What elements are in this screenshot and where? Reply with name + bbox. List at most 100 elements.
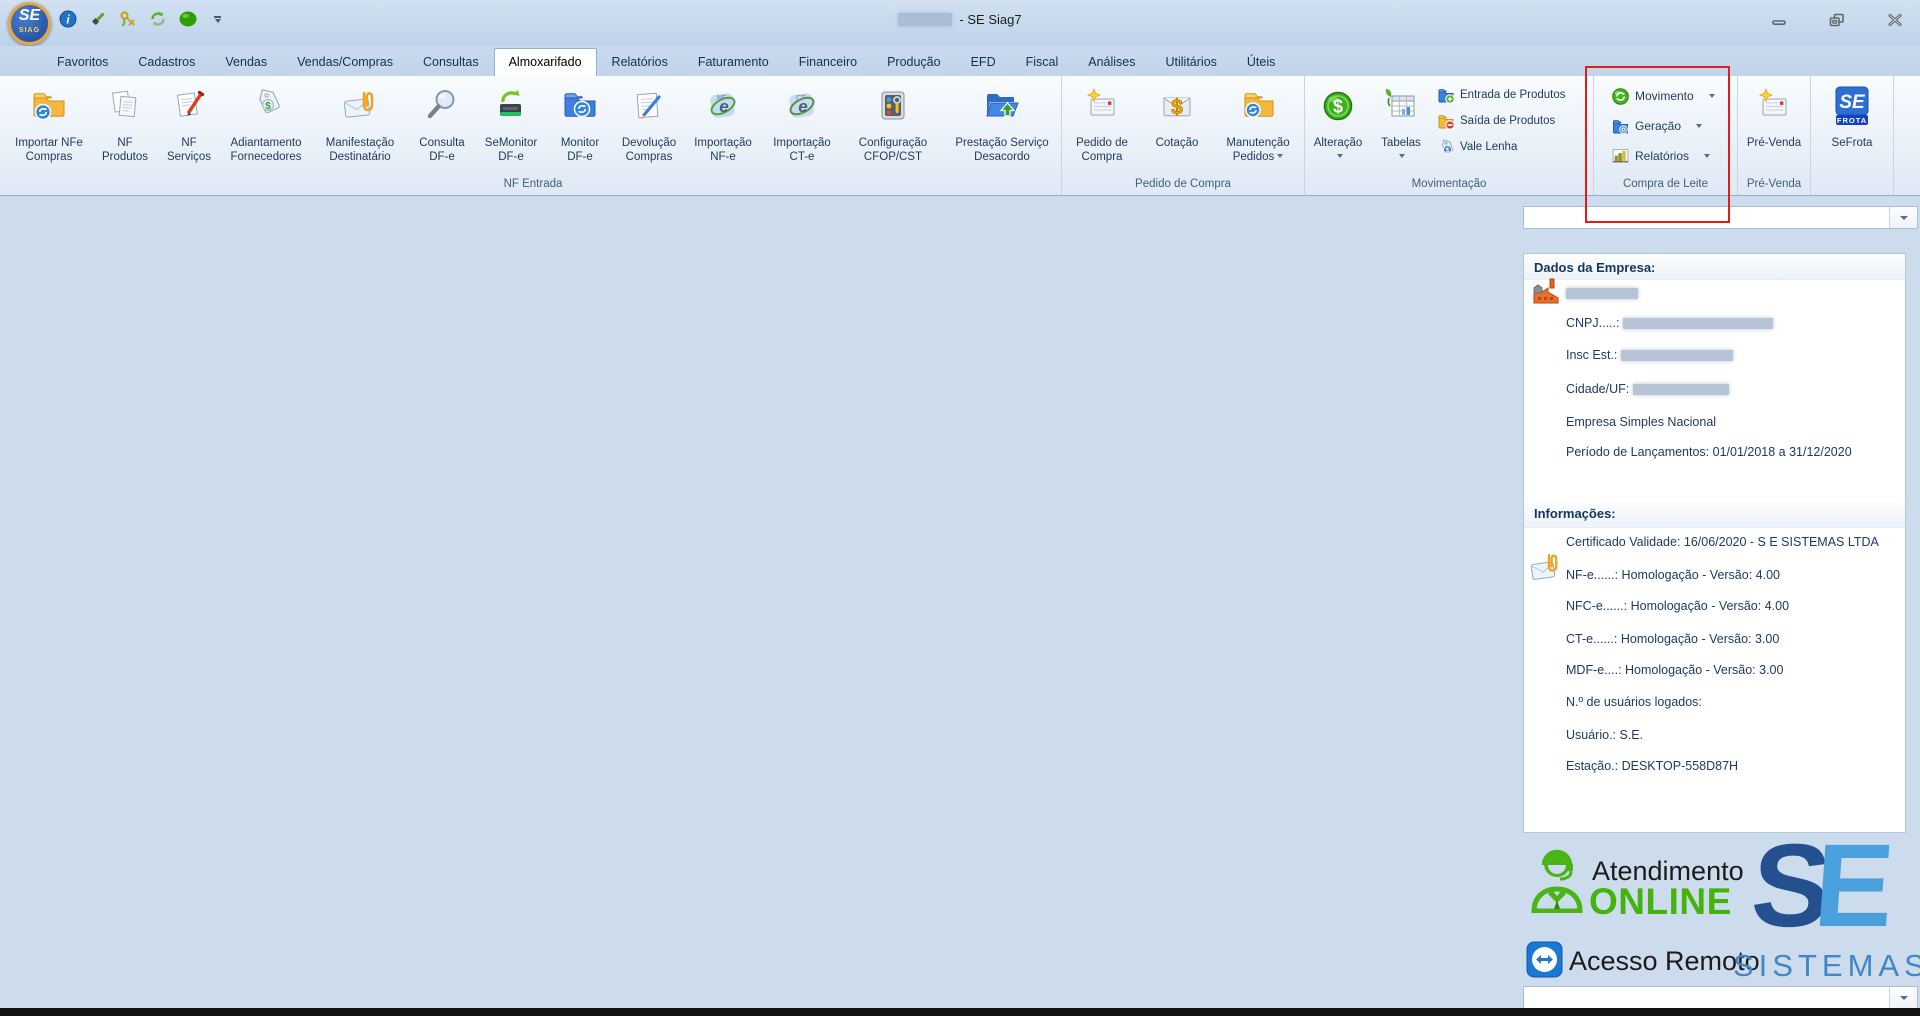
folder-upload-icon — [982, 83, 1022, 129]
simples-row: Empresa Simples Nacional — [1566, 415, 1716, 429]
group-caption: NF Entrada — [5, 176, 1061, 195]
group-caption: Movimentação — [1305, 176, 1593, 195]
button-label: Importar NFeCompras — [15, 137, 83, 164]
button-label: NFServiços — [167, 137, 211, 164]
pre-venda-button[interactable]: Pré-Venda — [1738, 76, 1810, 176]
combo-dropdown-button[interactable] — [1889, 207, 1917, 228]
button-label: NFProdutos — [102, 137, 148, 164]
vale-lenha-button[interactable]: $ Vale Lenha — [1437, 137, 1589, 157]
importacao-nfe-button[interactable]: NFe ImportaçãoNF-e — [685, 76, 761, 176]
envelope-paperclip-icon — [340, 83, 380, 129]
tab-vendas-compras[interactable]: Vendas/Compras — [282, 48, 408, 76]
tab-utilitarios[interactable]: Utilitários — [1151, 48, 1232, 76]
manutencao-pedidos-button[interactable]: ManutençãoPedidos — [1212, 76, 1304, 176]
usuarios-logados-row: N.º de usuários logados: — [1566, 695, 1702, 709]
bottom-selector-combo[interactable] — [1523, 986, 1918, 1010]
acesso-remoto-label[interactable]: Acesso Remoto — [1569, 946, 1760, 977]
sefrota-logo-icon: SEFROTA — [1830, 83, 1874, 129]
nf-servicos-button[interactable]: NFServiços — [157, 76, 221, 176]
company-name-masked — [1566, 288, 1638, 299]
importar-nfe-compras-button[interactable]: Importar NFeCompras — [5, 76, 93, 176]
nf-produtos-button[interactable]: NFProdutos — [93, 76, 157, 176]
tab-almoxarifado[interactable]: Almoxarifado — [494, 48, 597, 76]
restore-button[interactable] — [1828, 12, 1846, 28]
se-sistemas-logo: SE — [1747, 818, 1898, 954]
cotacao-button[interactable]: $ Cotação — [1142, 76, 1212, 176]
alteracao-button[interactable]: $ Alteração — [1305, 76, 1371, 176]
support-agent-icon[interactable] — [1526, 843, 1588, 913]
chevron-down-icon — [1900, 996, 1908, 1000]
nfe-row: NF-e......: Homologação - Versão: 4.00 — [1566, 568, 1780, 582]
adiantamento-fornecedores-button[interactable]: $ AdiantamentoFornecedores — [221, 76, 311, 176]
tab-faturamento[interactable]: Faturamento — [683, 48, 784, 76]
svg-text:e: e — [719, 97, 728, 116]
button-label: ImportaçãoNF-e — [694, 137, 752, 164]
close-button[interactable] — [1886, 12, 1904, 28]
tab-cadastros[interactable]: Cadastros — [123, 48, 210, 76]
certificado-row: Certificado Validade: 16/06/2020 - S E S… — [1566, 535, 1879, 549]
envelope-new-icon — [1082, 83, 1122, 129]
pedido-de-compra-button[interactable]: Pedido deCompra — [1062, 76, 1142, 176]
devolucao-compras-button[interactable]: DevoluçãoCompras — [613, 76, 685, 176]
tab-consultas[interactable]: Consultas — [408, 48, 494, 76]
blue-folder-refresh-icon — [560, 83, 600, 129]
combo-field[interactable] — [1524, 987, 1889, 1009]
button-label: Tabelas — [1381, 137, 1421, 164]
app-window: SE SIAG i - SE Siag7 — [0, 0, 1920, 1016]
coin-dollar-icon: $ — [1318, 83, 1358, 129]
entrada-de-produtos-button[interactable]: Entrada de Produtos — [1437, 85, 1589, 105]
sistemas-wordmark: SISTEMAS — [1733, 948, 1920, 984]
tab-relatorios[interactable]: Relatórios — [597, 48, 683, 76]
group-caption: Pré-Venda — [1738, 176, 1810, 195]
button-label: SeFrota — [1832, 137, 1873, 151]
folder-block-icon — [1437, 113, 1455, 130]
movimentacao-small-buttons: Entrada de Produtos Saída de Produtos $ … — [1431, 76, 1593, 176]
bottom-edge-bar — [0, 1008, 1920, 1016]
documents-icon — [105, 83, 145, 129]
cte-row: CT-e......: Homologação - Versão: 3.00 — [1566, 632, 1779, 646]
remote-access-icon[interactable] — [1526, 941, 1563, 978]
tab-producao[interactable]: Produção — [872, 48, 956, 76]
tab-fiscal[interactable]: Fiscal — [1011, 48, 1074, 76]
button-label: Prestação ServiçoDesacordo — [955, 137, 1048, 164]
small-button-label: Vale Lenha — [1460, 141, 1517, 153]
tabelas-button[interactable]: Tabelas — [1371, 76, 1431, 176]
dropdown-arrow-icon — [1337, 154, 1343, 158]
tab-efd[interactable]: EFD — [956, 48, 1011, 76]
tag-dollar-icon: $ — [1437, 139, 1455, 156]
tab-financeiro[interactable]: Financeiro — [784, 48, 872, 76]
button-label: AdiantamentoFornecedores — [231, 137, 302, 164]
online-label[interactable]: ONLINE — [1589, 881, 1732, 923]
semonitor-dfe-button[interactable]: SeMonitorDF-e — [475, 76, 547, 176]
sefrota-button[interactable]: SEFROTA SeFrota — [1811, 76, 1893, 176]
manifestacao-destinatario-button[interactable]: ManifestaçãoDestinatário — [311, 76, 409, 176]
group-caption — [1811, 176, 1893, 195]
info-panel-header: Informações: — [1534, 506, 1616, 521]
highlight-rectangle — [1585, 66, 1730, 223]
tab-analises[interactable]: Análises — [1073, 48, 1150, 76]
company-panel-header: Dados da Empresa: — [1534, 260, 1655, 275]
prestacao-servico-desacordo-button[interactable]: Prestação ServiçoDesacordo — [943, 76, 1061, 176]
monitor-dfe-button[interactable]: MonitorDF-e — [547, 76, 613, 176]
window-title-text: - SE Siag7 — [959, 12, 1021, 27]
combo-dropdown-button[interactable] — [1889, 987, 1917, 1009]
envelope-dollar-icon: $ — [1157, 83, 1197, 129]
estacao-row: Estação.: DESKTOP-558D87H — [1566, 759, 1738, 773]
window-controls — [1770, 12, 1904, 28]
cidade-masked — [1633, 384, 1729, 395]
saida-de-produtos-button[interactable]: Saída de Produtos — [1437, 111, 1589, 131]
importacao-cte-button[interactable]: CTe ImportaçãoCT-e — [761, 76, 843, 176]
window-title: - SE Siag7 — [0, 12, 1920, 27]
minimize-button[interactable] — [1770, 12, 1788, 28]
cnpj-masked — [1623, 318, 1773, 329]
consulta-dfe-button[interactable]: ConsultaDF-e — [409, 76, 475, 176]
tab-vendas[interactable]: Vendas — [210, 48, 282, 76]
tab-favoritos[interactable]: Favoritos — [42, 48, 123, 76]
chevron-down-icon — [1900, 216, 1908, 220]
envelope-new-icon — [1754, 83, 1794, 129]
configuracao-cfop-cst-button[interactable]: ConfiguraçãoCFOP/CST — [843, 76, 943, 176]
periodo-row: Período de Lançamentos: 01/01/2018 a 31/… — [1566, 445, 1852, 459]
button-label: SeMonitorDF-e — [485, 137, 537, 164]
group-caption: Pedido de Compra — [1062, 176, 1304, 195]
tab-uteis[interactable]: Úteis — [1232, 48, 1290, 76]
